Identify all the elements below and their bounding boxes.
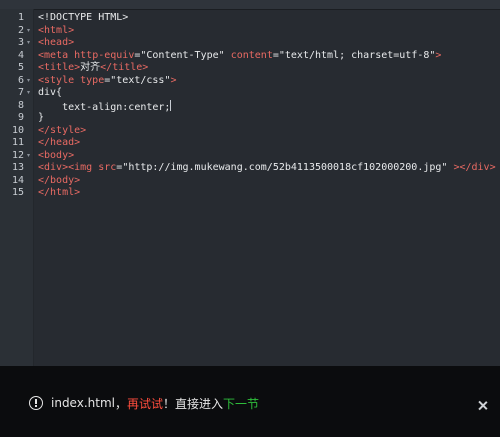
attr-value: "http://img.mukewang.com/52b4113500018cf… xyxy=(122,162,448,173)
attr-name: http-equiv xyxy=(68,49,135,61)
body-tag: <body> xyxy=(38,149,75,161)
code-line-1: <!DOCTYPE HTML> xyxy=(38,12,128,25)
chevron-down-icon[interactable]: ▾ xyxy=(27,75,33,88)
result-bar: index.html ， 再试试 ！ 直接进入 下一节 xyxy=(0,366,500,437)
attr-name: src xyxy=(92,162,117,173)
title-text: 对齐 xyxy=(80,62,101,73)
title-close-tag: </title> xyxy=(100,62,149,73)
code-line-7: div{ xyxy=(38,87,62,100)
result-comma: ， xyxy=(114,396,127,411)
code-line-15: </html> xyxy=(38,187,80,200)
code-line-4: <meta http-equiv="Content-Type" content=… xyxy=(38,50,441,63)
code-line-10: </style> xyxy=(38,125,86,138)
attr-name: type xyxy=(74,74,105,86)
line-number: 13 xyxy=(11,162,24,173)
title-open-tag: <title> xyxy=(38,62,81,73)
next-section-link[interactable]: 下一节 xyxy=(223,395,259,412)
line-number: 14 xyxy=(11,174,24,186)
info-circle-icon xyxy=(29,396,43,410)
code-line-3: <head> xyxy=(38,37,74,50)
code-line-5: <title>对齐</title> xyxy=(38,62,148,75)
line-number: 6 xyxy=(17,74,24,86)
head-close-tag: </head> xyxy=(38,137,81,148)
line-number: 9 xyxy=(17,112,24,123)
line-number: 3 xyxy=(17,37,24,48)
line-number: 15 xyxy=(11,187,24,198)
line-number: 2 xyxy=(17,24,24,36)
line-number-gutter: 1 2 ▾ 3 ▾ 4 5 6 ▾ 7 ▾ 8 9 10 11 12 ▾ 13 … xyxy=(0,9,34,366)
css-selector: div{ xyxy=(38,87,63,98)
html-close-tag: </html> xyxy=(38,187,81,198)
line-number: 4 xyxy=(17,49,24,61)
tag-close: > xyxy=(435,49,442,61)
line-number: 11 xyxy=(11,137,24,148)
chevron-down-icon[interactable]: ▾ xyxy=(27,25,33,38)
result-exclaim: ！ xyxy=(163,396,176,411)
code-line-14: </body> xyxy=(38,175,80,188)
result-filename: index.html xyxy=(51,396,115,410)
div-img-tag: <div><img xyxy=(38,162,93,173)
text-cursor xyxy=(170,99,172,111)
style-close-tag: </style> xyxy=(38,124,87,136)
retry-link[interactable]: 再试试 xyxy=(127,395,163,412)
head-tag: <head> xyxy=(38,37,75,48)
tag-close: > xyxy=(170,74,177,86)
doctype-text: <!DOCTYPE HTML> xyxy=(38,12,129,23)
result-direct-text: 直接进入 xyxy=(175,396,224,411)
result-message: index.html ， 再试试 ！ 直接进入 下一节 xyxy=(29,394,259,412)
attr-value: "text/css" xyxy=(110,74,171,86)
style-open-tag: <style xyxy=(38,74,75,86)
html-tag: <html> xyxy=(38,24,75,36)
attr-value: "text/html; charset=utf-8" xyxy=(278,49,436,61)
code-line-8: text-align:center; xyxy=(38,99,172,113)
chevron-down-icon[interactable]: ▾ xyxy=(27,150,33,163)
line-number: 10 xyxy=(11,124,24,136)
line-number: 8 xyxy=(17,99,24,111)
code-text-area[interactable]: <!DOCTYPE HTML> <html> <head> <meta http… xyxy=(38,9,498,366)
code-line-2: <html> xyxy=(38,25,74,38)
line-number: 1 xyxy=(17,12,24,23)
close-icon[interactable] xyxy=(476,399,490,413)
code-line-6: <style type="text/css"> xyxy=(38,75,177,88)
meta-tag: <meta xyxy=(38,49,69,61)
code-line-13: <div><img src="http://img.mukewang.com/5… xyxy=(38,162,496,175)
chevron-down-icon[interactable]: ▾ xyxy=(27,87,33,100)
attr-name: content xyxy=(224,49,273,61)
line-number: 12 xyxy=(11,149,24,161)
line-number: 7 xyxy=(17,87,24,98)
line-number: 5 xyxy=(17,62,24,73)
div-close-tag: ></div> xyxy=(447,162,496,173)
code-line-9: } xyxy=(38,112,44,125)
attr-value: "Content-Type" xyxy=(140,49,225,61)
css-declaration: text-align:center; xyxy=(38,101,171,113)
chevron-down-icon[interactable]: ▾ xyxy=(27,37,33,50)
code-editor-window: 1 2 ▾ 3 ▾ 4 5 6 ▾ 7 ▾ 8 9 10 11 12 ▾ 13 … xyxy=(0,0,500,437)
code-line-12: <body> xyxy=(38,150,74,163)
code-line-11: </head> xyxy=(38,137,80,150)
body-close-tag: </body> xyxy=(38,174,81,186)
css-brace: } xyxy=(38,112,45,123)
